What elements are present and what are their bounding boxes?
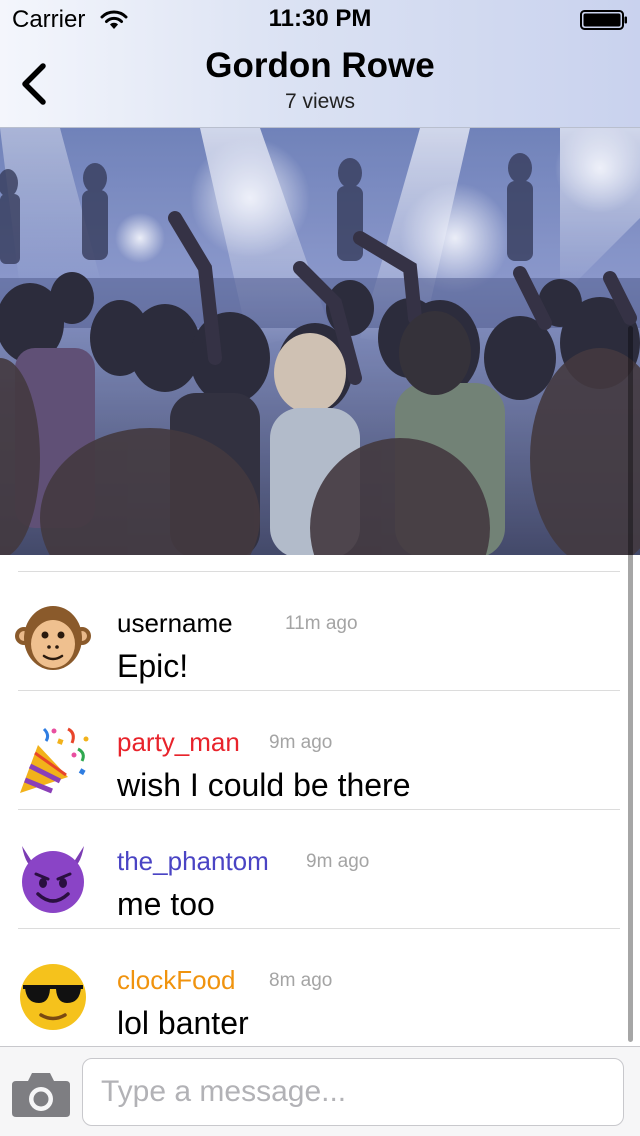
comment-username[interactable]: the_phantom	[117, 846, 269, 877]
chat-screen: Carrier 11:30 PM Gordon Rowe 7 views use…	[0, 0, 640, 1136]
message-input[interactable]	[82, 1058, 624, 1126]
battery-icon	[580, 10, 627, 30]
status-time: 11:30 PM	[268, 5, 372, 32]
comment-timestamp: 11m ago	[285, 613, 358, 634]
comment-timestamp: 9m ago	[306, 851, 370, 872]
concert-photo	[0, 128, 640, 555]
comment-list[interactable]: username 11m ago Epic! party_man 9m ago …	[0, 555, 640, 1046]
devil-emoji-avatar	[22, 846, 84, 913]
comment-text: wish I could be there	[117, 767, 411, 803]
page-title: Gordon Rowe	[205, 46, 435, 85]
comment-text: Epic!	[117, 648, 189, 684]
comment-text: me too	[117, 886, 215, 922]
comment-username[interactable]: username	[117, 608, 233, 639]
header: Carrier 11:30 PM Gordon Rowe 7 views	[0, 0, 640, 128]
party-popper-emoji-avatar	[20, 727, 89, 794]
scroll-indicator[interactable]	[628, 326, 633, 1042]
monkey-emoji-avatar	[15, 606, 91, 670]
sunglasses-emoji-avatar	[20, 964, 86, 1030]
view-count: 7 views	[284, 90, 356, 113]
comment-timestamp: 8m ago	[269, 970, 333, 991]
camera-icon[interactable]	[12, 1069, 70, 1119]
comment-text: lol banter	[117, 1005, 249, 1041]
comment-item[interactable]: the_phantom 9m ago me too	[0, 810, 640, 928]
comment-username[interactable]: party_man	[117, 727, 240, 758]
comment-item[interactable]: party_man 9m ago wish I could be there	[0, 691, 640, 809]
comment-item[interactable]: clockFood 8m ago lol banter	[0, 929, 640, 1046]
comment-username[interactable]: clockFood	[117, 965, 236, 996]
comment-item[interactable]: username 11m ago Epic!	[0, 572, 640, 690]
message-input-bar	[0, 1046, 640, 1136]
comment-timestamp: 9m ago	[269, 732, 333, 753]
